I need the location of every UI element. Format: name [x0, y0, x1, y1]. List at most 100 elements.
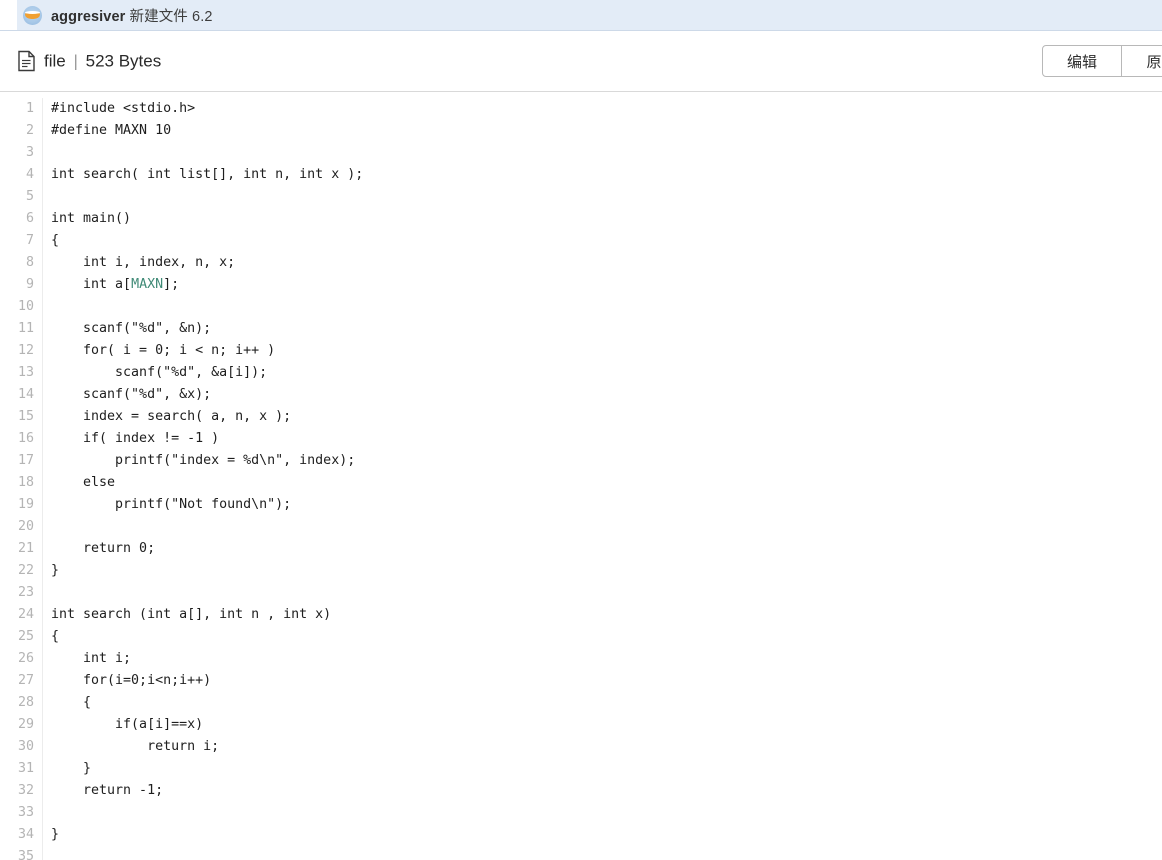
line-content: int i; [51, 651, 132, 666]
line-content: int a[MAXN]; [51, 277, 180, 292]
line-number: 18 [0, 472, 43, 494]
line-number: 35 [0, 846, 43, 860]
line-number: 16 [0, 428, 43, 450]
code-line: 5 [0, 186, 1162, 208]
line-number: 32 [0, 780, 43, 802]
line-number: 5 [0, 186, 43, 208]
line-number: 3 [0, 142, 43, 164]
code-line: 1 #include <stdio.h> [0, 98, 1162, 120]
line-content: scanf("%d", &n); [51, 321, 212, 336]
code-line: 34} [0, 824, 1162, 846]
file-meta-separator: | [73, 51, 78, 70]
line-number: 25 [0, 626, 43, 648]
file-meta: file | 523 Bytes [44, 51, 161, 71]
line-number: 24 [0, 604, 43, 626]
code-line: 27 for(i=0;i<n;i++) [0, 670, 1162, 692]
view-mode-button-group: 编辑 原始 [1042, 45, 1162, 77]
code-line: 14 scanf("%d", &x); [0, 384, 1162, 406]
app-bar: aggresiver 新建文件 6.2 [0, 0, 1162, 31]
line-number: 19 [0, 494, 43, 516]
app-title-subtitle: 新建文件 6.2 [129, 8, 213, 25]
line-content [43, 142, 1162, 164]
code-line: 15 index = search( a, n, x ); [0, 406, 1162, 428]
code-line: 13 scanf("%d", &a[i]); [0, 362, 1162, 384]
line-number: 12 [0, 340, 43, 362]
line-number: 21 [0, 538, 43, 560]
line-number: 28 [0, 692, 43, 714]
line-content: printf("index = %d\n", index); [51, 453, 356, 468]
app-title: aggresiver 新建文件 6.2 [51, 5, 213, 26]
line-content: #define MAXN 10 [51, 123, 172, 138]
line-number: 14 [0, 384, 43, 406]
line-number: 31 [0, 758, 43, 780]
edit-button[interactable]: 编辑 [1042, 45, 1122, 77]
line-number: 22 [0, 560, 43, 582]
line-number: 17 [0, 450, 43, 472]
line-content: int search (int a[], int n , int x) [51, 607, 332, 622]
code-line: 4 int search( int list[], int n, int x ); [0, 164, 1162, 186]
line-number: 7 [0, 230, 43, 252]
line-content: { [51, 233, 60, 248]
code-viewer[interactable]: 1 #include <stdio.h> 2 #define MAXN 10 3 4 int… [0, 92, 1162, 860]
code-line: 28 { [0, 692, 1162, 714]
line-content: int search( int list[], int n, int x ); [51, 167, 364, 182]
line-content [43, 296, 1162, 318]
line-content [43, 582, 1162, 604]
code-line: 29 if(a[i]==x) [0, 714, 1162, 736]
code-line: 12 for( i = 0; i < n; i++ ) [0, 340, 1162, 362]
line-content: printf("Not found\n"); [51, 497, 292, 512]
line-number: 8 [0, 252, 43, 274]
line-content: else [51, 475, 116, 490]
code-line: 8 int i, index, n, x; [0, 252, 1162, 274]
line-content: return 0; [51, 541, 156, 556]
raw-button[interactable]: 原始 [1122, 45, 1162, 77]
document-icon [18, 50, 35, 72]
line-number: 13 [0, 362, 43, 384]
code-line: 31 } [0, 758, 1162, 780]
line-content: for( i = 0; i < n; i++ ) [51, 343, 276, 358]
line-content: if(a[i]==x) [51, 717, 204, 732]
app-title-name: aggresiver [51, 8, 126, 25]
aggresiver-logo-icon [23, 5, 42, 25]
line-number: 20 [0, 516, 43, 538]
app-bar-left-pad [0, 0, 17, 30]
line-content: int i, index, n, x; [51, 255, 236, 270]
code-line: 18 else [0, 472, 1162, 494]
line-number: 2 [0, 120, 43, 142]
line-number: 26 [0, 648, 43, 670]
line-content [43, 846, 1162, 860]
line-number: 33 [0, 802, 43, 824]
code-line: 23 [0, 582, 1162, 604]
code-line: 6 int main() [0, 208, 1162, 230]
line-content: scanf("%d", &x); [51, 387, 212, 402]
file-info: file | 523 Bytes [18, 50, 161, 72]
line-number: 30 [0, 736, 43, 758]
line-content: return i; [51, 739, 220, 754]
code-line: 17 printf("index = %d\n", index); [0, 450, 1162, 472]
line-content [43, 516, 1162, 538]
code-line: 26 int i; [0, 648, 1162, 670]
line-number: 6 [0, 208, 43, 230]
code-line: 10 [0, 296, 1162, 318]
line-content: } [51, 563, 60, 578]
code-line: 32 return -1; [0, 780, 1162, 802]
line-number: 29 [0, 714, 43, 736]
line-content: int main() [51, 211, 132, 226]
line-content: } [51, 761, 92, 776]
line-content [43, 802, 1162, 824]
line-content: for(i=0;i<n;i++) [51, 673, 212, 688]
line-content: scanf("%d", &a[i]); [51, 365, 268, 380]
line-content: if( index != -1 ) [51, 431, 220, 446]
file-size: 523 Bytes [85, 51, 162, 70]
line-number: 4 [0, 164, 43, 186]
line-number: 1 [0, 98, 43, 120]
line-content: { [51, 695, 92, 710]
code-line: 21 return 0; [0, 538, 1162, 560]
code-line: 2 #define MAXN 10 [0, 120, 1162, 142]
line-number: 11 [0, 318, 43, 340]
code-line: 22} [0, 560, 1162, 582]
app-bar-inner: aggresiver 新建文件 6.2 [17, 0, 1162, 30]
line-number: 10 [0, 296, 43, 318]
line-number: 9 [0, 274, 43, 296]
file-name: file [44, 51, 66, 70]
